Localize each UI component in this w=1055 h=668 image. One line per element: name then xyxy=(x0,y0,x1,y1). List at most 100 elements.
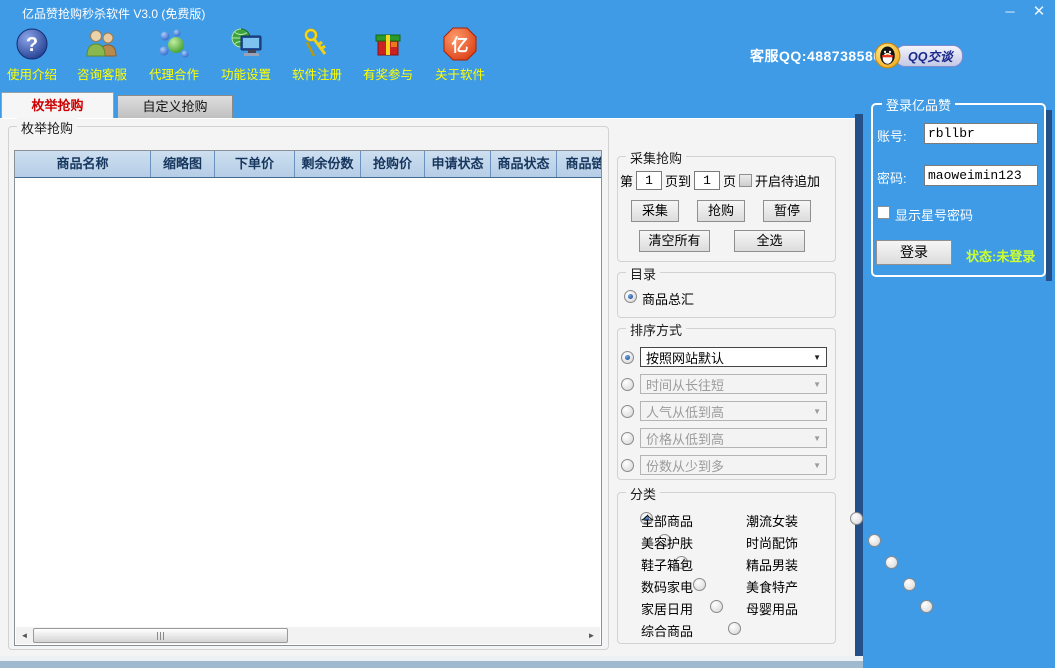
prize-icon xyxy=(369,26,407,62)
column-header-thumbnail[interactable]: 缩略图 xyxy=(151,151,215,177)
qq-chat-button[interactable]: QQ交谈 xyxy=(874,42,963,69)
column-header-product-status[interactable]: 商品状态 xyxy=(491,151,557,177)
window-title: 亿品赞抢购秒杀软件 V3.0 (免费版) xyxy=(22,5,205,22)
dropdown-arrow-icon: ▼ xyxy=(813,380,821,389)
toolbar-item-label: 有奖参与 xyxy=(356,64,420,83)
column-header-apply-status[interactable]: 申请状态 xyxy=(425,151,491,177)
select-all-button[interactable]: 全选 xyxy=(734,230,805,252)
category-radio-baby[interactable] xyxy=(920,600,933,613)
column-header-snap-price[interactable]: 抢购价 xyxy=(361,151,425,177)
page-range-row: 第 页到 页 开启待追加 xyxy=(620,171,820,190)
scrollbar-grip-icon xyxy=(157,632,165,640)
category-radio-mens[interactable] xyxy=(885,556,898,569)
sort-dropdown-value: 时间从长往短 xyxy=(646,375,724,394)
toolbar-item-label: 代理合作 xyxy=(142,64,206,83)
scrollbar-thumb[interactable] xyxy=(33,628,288,643)
page-prefix-label: 第 xyxy=(620,171,633,190)
show-password-label: 显示星号密码 xyxy=(895,205,973,224)
account-input[interactable] xyxy=(924,123,1038,144)
sort-groupbox-title: 排序方式 xyxy=(626,320,686,339)
toolbar-item-help[interactable]: ? 使用介绍 xyxy=(0,26,64,83)
collect-button[interactable]: 采集 xyxy=(631,200,679,222)
category-label: 全部商品 xyxy=(641,511,693,530)
category-label: 潮流女装 xyxy=(746,511,798,530)
horizontal-scrollbar[interactable]: ◄ ► xyxy=(16,627,600,644)
toolbar-item-agency[interactable]: 代理合作 xyxy=(142,26,206,83)
toolbar-item-settings[interactable]: 功能设置 xyxy=(214,26,278,83)
enum-groupbox-title: 枚举抢购 xyxy=(17,118,77,137)
service-qq-text: 客服QQ:488738580 xyxy=(750,46,882,66)
sort-dropdown-default[interactable]: 按照网站默认 ▼ xyxy=(640,347,827,367)
page-middle-label: 页到 xyxy=(665,171,691,190)
column-header-remaining[interactable]: 剩余份数 xyxy=(295,151,361,177)
category-label: 时尚配饰 xyxy=(746,533,798,552)
sort-dropdown-value: 价格从低到高 xyxy=(646,429,724,448)
password-label: 密码: xyxy=(877,168,907,187)
account-label: 账号: xyxy=(877,126,907,145)
show-password-checkbox[interactable] xyxy=(877,206,890,219)
category-radio-digital[interactable] xyxy=(693,578,706,591)
login-status-text: 状态:未登录 xyxy=(966,246,1035,265)
minimize-button[interactable]: ─ xyxy=(998,2,1022,22)
qq-chat-label: QQ交谈 xyxy=(908,46,952,65)
clear-all-button[interactable]: 清空所有 xyxy=(639,230,710,252)
window-bottom-frame xyxy=(0,661,863,668)
agency-icon xyxy=(155,26,193,62)
column-header-product-link[interactable]: 商品链接 xyxy=(557,151,602,177)
category-radio-food[interactable] xyxy=(903,578,916,591)
svg-text:亿: 亿 xyxy=(452,35,469,55)
password-input[interactable] xyxy=(924,165,1038,186)
qq-penguin-icon xyxy=(874,42,901,69)
sort-option-row: 时间从长往短 ▼ xyxy=(621,374,827,394)
login-button[interactable]: 登录 xyxy=(876,240,952,265)
append-checkbox-label: 开启待追加 xyxy=(755,171,820,190)
register-key-icon xyxy=(298,26,336,62)
append-checkbox[interactable] xyxy=(739,174,752,187)
column-header-product-name[interactable]: 商品名称 xyxy=(15,151,151,177)
category-label: 鞋子箱包 xyxy=(641,555,693,574)
page-from-input[interactable] xyxy=(636,171,662,190)
product-list: 商品名称 缩略图 下单价 剩余份数 抢购价 申请状态 商品状态 商品链接 ◄ ► xyxy=(14,150,602,646)
toolbar-item-label: 咨询客服 xyxy=(70,64,134,83)
panel-shadow xyxy=(855,114,863,659)
sort-radio-popularity[interactable] xyxy=(621,405,634,418)
page-to-input[interactable] xyxy=(694,171,720,190)
category-radio-accessories[interactable] xyxy=(868,534,881,547)
pause-button[interactable]: 暂停 xyxy=(763,200,811,222)
toolbar-item-prize[interactable]: 有奖参与 xyxy=(356,26,420,83)
tab-enum-purchase[interactable]: 枚举抢购 xyxy=(1,92,114,119)
sort-radio-time[interactable] xyxy=(621,378,634,391)
toolbar-item-register[interactable]: 软件注册 xyxy=(285,26,349,83)
catalog-radio-all-products[interactable] xyxy=(624,290,637,303)
snap-button[interactable]: 抢购 xyxy=(697,200,745,222)
tab-custom-purchase[interactable]: 自定义抢购 xyxy=(117,95,233,119)
sort-option-row: 份数从少到多 ▼ xyxy=(621,455,827,475)
login-panel-shadow xyxy=(1046,110,1052,281)
sort-dropdown-popularity: 人气从低到高 ▼ xyxy=(640,401,827,421)
sort-radio-default[interactable] xyxy=(621,351,634,364)
column-header-order-price[interactable]: 下单价 xyxy=(215,151,295,177)
dropdown-arrow-icon: ▼ xyxy=(813,434,821,443)
sort-radio-price[interactable] xyxy=(621,432,634,445)
catalog-radio-label: 商品总汇 xyxy=(642,289,694,308)
category-radio-general[interactable] xyxy=(728,622,741,635)
category-label: 家居日用 xyxy=(641,599,693,618)
login-groupbox-title: 登录亿品赞 xyxy=(882,95,955,114)
sort-radio-quantity[interactable] xyxy=(621,459,634,472)
sort-option-row: 人气从低到高 ▼ xyxy=(621,401,827,421)
sort-option-row: 价格从低到高 ▼ xyxy=(621,428,827,448)
category-label: 数码家电 xyxy=(641,577,693,596)
product-list-header: 商品名称 缩略图 下单价 剩余份数 抢购价 申请状态 商品状态 商品链接 xyxy=(15,151,602,178)
collect-groupbox-title: 采集抢购 xyxy=(626,148,686,167)
customer-service-icon xyxy=(83,26,121,62)
scroll-right-icon[interactable]: ► xyxy=(583,627,600,644)
sort-dropdown-quantity: 份数从少到多 ▼ xyxy=(640,455,827,475)
category-label: 精品男装 xyxy=(746,555,798,574)
toolbar-item-customer-service[interactable]: 咨询客服 xyxy=(70,26,134,83)
scroll-left-icon[interactable]: ◄ xyxy=(16,627,33,644)
qq-chat-pill: QQ交谈 xyxy=(895,45,963,67)
toolbar-item-about[interactable]: 亿 关于软件 xyxy=(428,26,492,83)
app-window: 亿品赞抢购秒杀软件 V3.0 (免费版) ─ ✕ ? 使用介绍 咨询客服 xyxy=(0,0,1055,668)
close-button[interactable]: ✕ xyxy=(1026,2,1052,22)
sort-dropdown-value: 份数从少到多 xyxy=(646,456,724,475)
